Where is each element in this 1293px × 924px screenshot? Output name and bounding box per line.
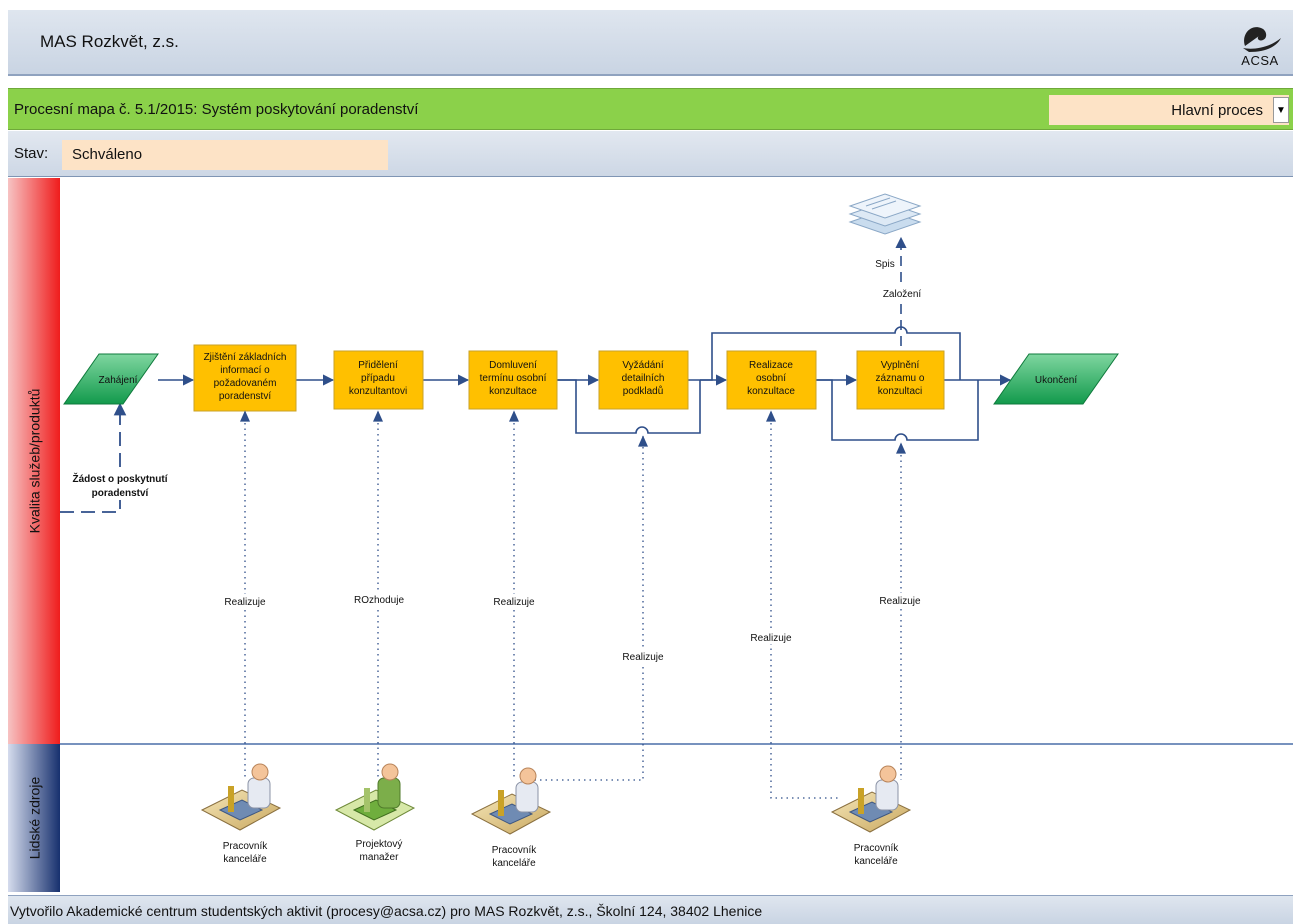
step-box[interactable]: Vyplnění záznamu o konzultaci	[856, 350, 945, 410]
step-box[interactable]: Domluvení termínu osobní konzultace	[468, 350, 558, 410]
relation-label: Realizuje	[493, 597, 535, 608]
footer-text: Vytvořilo Akademické centrum studentskýc…	[10, 903, 763, 919]
step-label-line: termínu osobní	[480, 373, 547, 384]
step-label-line: Vyplnění	[881, 360, 920, 371]
office-worker-icon	[200, 763, 282, 831]
trigger-label-line: poradenství	[92, 488, 150, 499]
role-label-line: kanceláře	[492, 858, 536, 869]
step-label-line: osobní	[756, 373, 786, 384]
office-worker-icon	[470, 767, 552, 835]
step-label-line: případu	[361, 373, 395, 384]
step-label-line: Domluvení	[489, 360, 537, 371]
process-diagram: Založení Spis Žádost o poskytnutí porade…	[60, 193, 1293, 869]
end-node[interactable]: Ukončení	[993, 353, 1119, 405]
footer: Vytvořilo Akademické centrum studentskýc…	[8, 895, 1293, 924]
role-label-line: manažer	[360, 852, 400, 863]
step-label-line: poradenství	[219, 391, 271, 402]
role-label-line: Pracovník	[492, 845, 537, 856]
office-worker-icon	[830, 765, 912, 833]
relation-label: Realizuje	[224, 597, 266, 608]
role-label-line: Projektový	[356, 839, 403, 850]
relation-label: Realizuje	[879, 596, 921, 607]
step-label-line: informací o	[220, 365, 270, 376]
step-label-line: konzultantovi	[349, 386, 407, 397]
step-label-line: konzultaci	[878, 386, 922, 397]
step-box[interactable]: Vyžádání detailních podkladů	[598, 350, 689, 410]
step-label-line: detailních	[622, 373, 665, 384]
document-link-label: Založení	[883, 289, 922, 300]
relation-label: Realizuje	[622, 652, 664, 663]
trigger-label-line: Žádost o poskytnutí	[73, 472, 169, 485]
role-label-line: Pracovník	[223, 841, 268, 852]
step-label-line: Realizace	[749, 360, 793, 371]
relation-arrows	[239, 410, 907, 454]
relation-labels: Realizuje ROzhoduje Realizuje Realizuje …	[218, 592, 927, 663]
step-label-line: Vyžádání	[622, 360, 664, 371]
step-label-line: požadovaném	[214, 378, 277, 389]
step-box[interactable]: Realizace osobní konzultace	[726, 350, 817, 410]
step-box[interactable]: Přidělení případu konzultantovi	[333, 350, 424, 410]
relation-label: ROzhoduje	[354, 595, 404, 606]
step-label-line: záznamu o	[876, 373, 925, 384]
role-label-line: kanceláře	[854, 856, 898, 867]
start-label: Zahájení	[99, 375, 138, 386]
project-manager-icon	[334, 763, 416, 831]
step-label-line: Přidělení	[358, 360, 398, 371]
start-node[interactable]: Zahájení	[63, 353, 159, 405]
step-label-line: Zjištění základních	[204, 352, 287, 363]
document-stack-icon	[848, 193, 922, 235]
role-label-line: Pracovník	[854, 843, 899, 854]
document-label: Spis	[875, 259, 894, 270]
step-label-line: konzultace	[747, 386, 795, 397]
relation-label: Realizuje	[750, 633, 792, 644]
role-label-line: kanceláře	[223, 854, 267, 865]
end-label: Ukončení	[1035, 375, 1077, 386]
step-label-line: podkladů	[623, 385, 664, 397]
step-box[interactable]: Zjištění základních informací o požadova…	[193, 344, 297, 412]
relation-lines	[244, 412, 902, 799]
step-label-line: konzultace	[489, 386, 537, 397]
